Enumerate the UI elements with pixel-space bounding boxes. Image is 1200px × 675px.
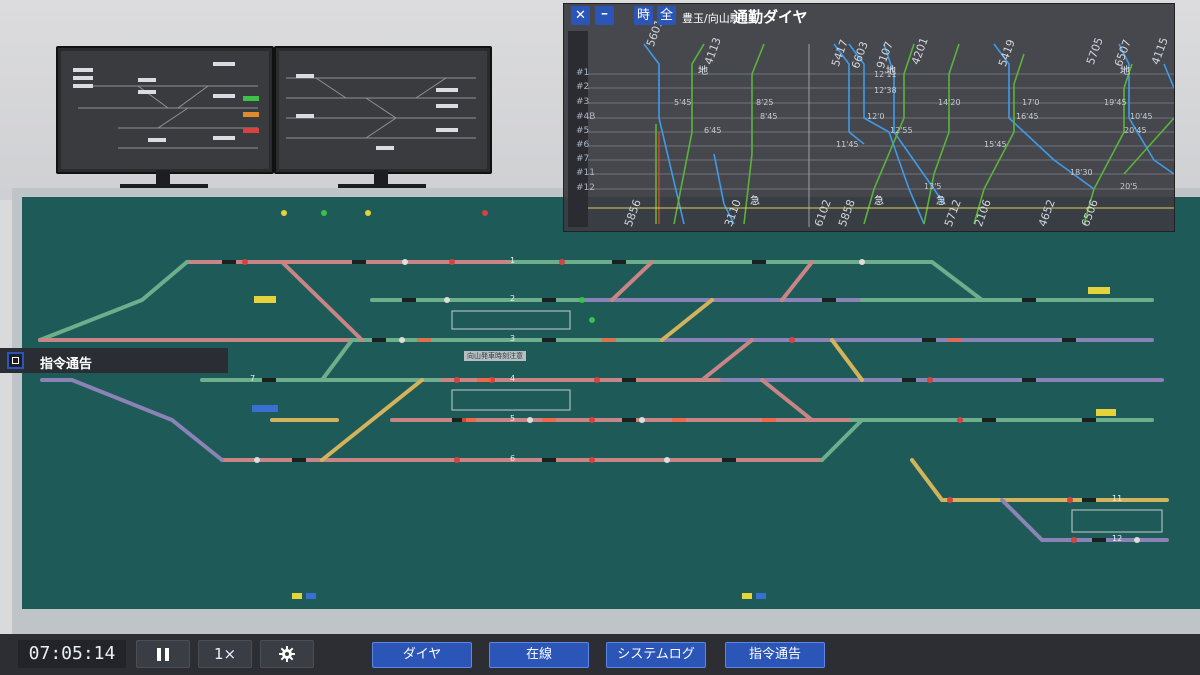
time-label: 12'11 [874,70,897,79]
track-label-5: #5 [576,126,590,136]
pause-icon [157,648,161,661]
minimize-button[interactable]: ━ [595,6,614,25]
window-icon[interactable] [7,352,24,369]
track-label-4b: #4B [576,112,596,122]
track-label-3: #3 [576,97,590,107]
track-label-12: #12 [576,183,595,193]
time-label: 12'55 [890,126,913,135]
time-label: 12'0 [867,112,885,121]
time-label: 18'30 [1070,168,1093,177]
track-label-6: #6 [576,140,590,150]
platform-7-label: 7 [250,374,256,383]
time-label: 8'25 [756,98,774,107]
track-diagram [38,210,1169,599]
time-label: 14'20 [938,98,961,107]
platform-4-label: 4 [510,374,516,383]
train-diagram-window: #1 #2 #3 #4B #5 #6 #7 #11 #12 5601 4113 … [563,3,1175,232]
track-label-2: #2 [576,82,590,92]
chi-mark: 地 [698,66,708,77]
platform-3-label: 3 [510,334,516,343]
gear-icon [279,646,295,662]
diagram-nav-button[interactable]: ダイヤ [372,642,472,668]
system-log-nav-button[interactable]: システムログ [606,642,706,668]
time-label: 16'45 [1016,112,1039,121]
time-label: 8'45 [760,112,778,121]
track-label-11: #11 [576,168,595,178]
kyu-mark: 急 [750,196,760,207]
pause-icon-bar [165,648,169,661]
platform-12-label: 12 [1112,534,1123,543]
settings-button[interactable] [260,640,314,668]
occupancy-nav-button[interactable]: 在線 [489,642,589,668]
time-label: 20'5 [1120,182,1138,191]
time-label: 11'45 [836,140,859,149]
notice-nav-button[interactable]: 指令通告 [725,642,825,668]
time-label: 5'45 [674,98,692,107]
monitor-right-diagram [286,74,476,150]
time-label: 12'38 [874,86,897,95]
diagram-title: 通勤ダイヤ [733,8,808,26]
monitor-left [56,46,274,174]
all-filter-button[interactable]: 全 [657,6,676,25]
monitor-right [274,46,492,174]
monitor-left-diagram [73,62,259,149]
notice-label: 指令通告 [40,357,93,372]
platform-6-label: 6 [510,454,516,463]
platform-1-label: 1 [510,256,516,265]
platform-2-label: 2 [510,294,516,303]
time-label: 10'45 [1130,112,1153,121]
time-label: 15'45 [984,140,1007,149]
platform-11-label: 11 [1112,494,1123,503]
time-label: 13'5 [924,182,942,191]
clock-display: 07:05:14 [18,640,126,668]
time-label: 20'45 [1124,126,1147,135]
time-label: 6'45 [704,126,722,135]
chi-mark: 地 [1120,66,1130,77]
time-label: 17'0 [1022,98,1040,107]
time-filter-button[interactable]: 時 [634,6,653,25]
track-label-7: #7 [576,154,590,164]
time-label: 19'45 [1104,98,1127,107]
signal-panel: 1 2 3 4 5 6 7 11 12 向山発車時刻注意 [22,197,1200,609]
platform-5-label: 5 [510,414,516,423]
notice-bar[interactable] [0,348,228,373]
speed-button[interactable]: 1× [198,640,252,668]
close-button[interactable]: ✕ [571,6,590,25]
kyu-mark: 急 [874,196,884,207]
station-name: 豊玉/向山駅 [682,12,741,25]
track-label-1: #1 [576,68,590,78]
departure-time-note: 向山発車時刻注意 [464,351,526,361]
kyu-mark: 急 [936,196,946,207]
pause-button[interactable] [136,640,190,668]
